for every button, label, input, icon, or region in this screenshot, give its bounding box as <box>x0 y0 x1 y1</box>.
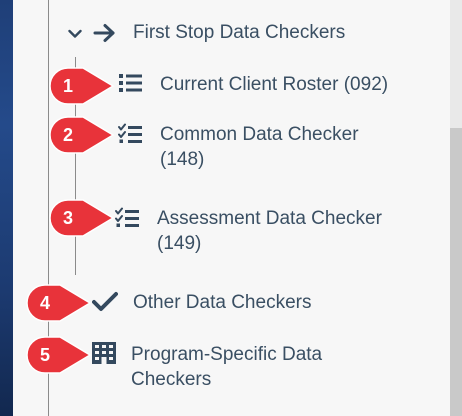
callout-number: 4 <box>39 292 50 313</box>
scrollbar-thumb[interactable] <box>450 128 462 416</box>
arrow-right-icon <box>93 24 115 42</box>
nav-group-label: First Stop Data Checkers <box>133 22 346 43</box>
checklist-icon <box>115 207 139 227</box>
building-icon <box>92 342 116 364</box>
nav-item-label: Program-Specific Data Checkers <box>131 344 323 390</box>
chevron-down-icon[interactable] <box>68 29 82 39</box>
checkmark-icon <box>92 292 118 311</box>
sidebar-edge <box>0 0 13 416</box>
callout-number: 1 <box>62 75 73 96</box>
callout-number: 2 <box>62 124 73 145</box>
callout-marker: 5 <box>26 336 92 374</box>
nav-item-label: Other Data Checkers <box>133 292 312 313</box>
callout-marker: 4 <box>26 284 92 322</box>
callout-marker: 3 <box>49 199 115 237</box>
callout-marker: 2 <box>49 116 115 154</box>
callout-marker: 1 <box>49 67 115 105</box>
nav-item-label: Current Client Roster (092) <box>160 74 389 95</box>
checklist-icon <box>118 123 142 143</box>
nav-item-label: Common Data Checker (148) <box>160 124 359 170</box>
callout-number: 3 <box>62 207 73 228</box>
nav-item-label: Assessment Data Checker (149) <box>157 208 382 254</box>
list-bullets-icon <box>119 74 142 92</box>
callout-number: 5 <box>39 344 50 365</box>
